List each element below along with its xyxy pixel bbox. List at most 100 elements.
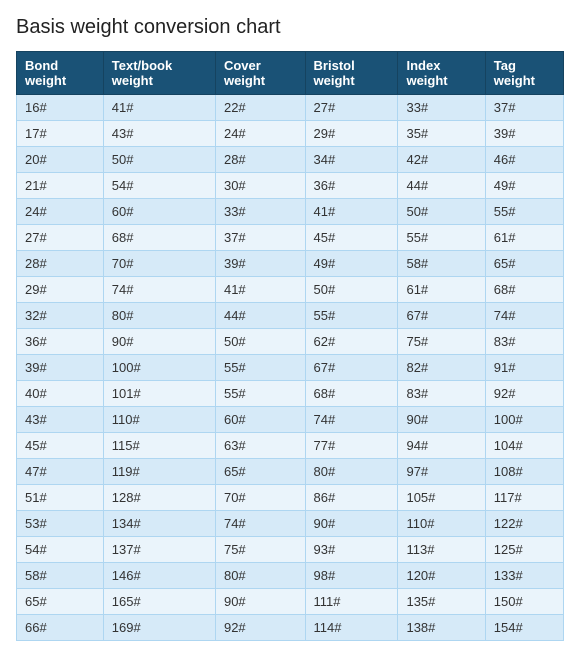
table-cell: 60# xyxy=(215,407,305,433)
table-cell: 98# xyxy=(305,563,398,589)
table-cell: 75# xyxy=(215,537,305,563)
table-cell: 65# xyxy=(17,589,104,615)
table-cell: 120# xyxy=(398,563,485,589)
table-cell: 22# xyxy=(215,95,305,121)
table-cell: 74# xyxy=(215,511,305,537)
table-cell: 58# xyxy=(17,563,104,589)
table-cell: 70# xyxy=(215,485,305,511)
table-cell: 49# xyxy=(485,173,563,199)
table-row: 28#70#39#49#58#65# xyxy=(17,251,564,277)
table-cell: 67# xyxy=(398,303,485,329)
table-cell: 37# xyxy=(485,95,563,121)
table-cell: 28# xyxy=(17,251,104,277)
table-row: 39#100#55#67#82#91# xyxy=(17,355,564,381)
table-cell: 90# xyxy=(215,589,305,615)
table-cell: 134# xyxy=(103,511,215,537)
table-cell: 135# xyxy=(398,589,485,615)
table-cell: 115# xyxy=(103,433,215,459)
table-cell: 63# xyxy=(215,433,305,459)
table-cell: 50# xyxy=(215,329,305,355)
column-header: Tag weight xyxy=(485,52,563,95)
table-cell: 86# xyxy=(305,485,398,511)
table-cell: 41# xyxy=(305,199,398,225)
table-row: 54#137#75#93#113#125# xyxy=(17,537,564,563)
table-row: 66#169#92#114#138#154# xyxy=(17,615,564,641)
table-cell: 39# xyxy=(17,355,104,381)
table-cell: 92# xyxy=(485,381,563,407)
table-cell: 113# xyxy=(398,537,485,563)
table-cell: 119# xyxy=(103,459,215,485)
table-cell: 68# xyxy=(485,277,563,303)
table-cell: 33# xyxy=(398,95,485,121)
table-cell: 50# xyxy=(398,199,485,225)
column-header: Bond weight xyxy=(17,52,104,95)
table-cell: 28# xyxy=(215,147,305,173)
table-cell: 24# xyxy=(215,121,305,147)
table-row: 45#115#63#77#94#104# xyxy=(17,433,564,459)
table-cell: 36# xyxy=(305,173,398,199)
table-row: 51#128#70#86#105#117# xyxy=(17,485,564,511)
table-cell: 32# xyxy=(17,303,104,329)
table-row: 20#50#28#34#42#46# xyxy=(17,147,564,173)
table-cell: 37# xyxy=(215,225,305,251)
table-cell: 35# xyxy=(398,121,485,147)
table-cell: 150# xyxy=(485,589,563,615)
table-row: 53#134#74#90#110#122# xyxy=(17,511,564,537)
table-cell: 82# xyxy=(398,355,485,381)
table-cell: 74# xyxy=(485,303,563,329)
table-cell: 36# xyxy=(17,329,104,355)
table-cell: 43# xyxy=(103,121,215,147)
table-cell: 128# xyxy=(103,485,215,511)
table-cell: 80# xyxy=(215,563,305,589)
table-cell: 101# xyxy=(103,381,215,407)
table-cell: 77# xyxy=(305,433,398,459)
table-cell: 70# xyxy=(103,251,215,277)
table-cell: 30# xyxy=(215,173,305,199)
table-cell: 67# xyxy=(305,355,398,381)
column-header: Bristol weight xyxy=(305,52,398,95)
table-row: 40#101#55#68#83#92# xyxy=(17,381,564,407)
table-cell: 53# xyxy=(17,511,104,537)
table-cell: 65# xyxy=(485,251,563,277)
table-row: 65#165#90#111#135#150# xyxy=(17,589,564,615)
table-cell: 104# xyxy=(485,433,563,459)
table-row: 47#119#65#80#97#108# xyxy=(17,459,564,485)
table-cell: 90# xyxy=(103,329,215,355)
conversion-table: Bond weightText/book weightCover weightB… xyxy=(16,51,564,641)
table-cell: 100# xyxy=(103,355,215,381)
table-row: 16#41#22#27#33#37# xyxy=(17,95,564,121)
table-row: 24#60#33#41#50#55# xyxy=(17,199,564,225)
table-cell: 122# xyxy=(485,511,563,537)
table-cell: 55# xyxy=(398,225,485,251)
table-cell: 111# xyxy=(305,589,398,615)
table-cell: 110# xyxy=(103,407,215,433)
table-cell: 165# xyxy=(103,589,215,615)
table-cell: 146# xyxy=(103,563,215,589)
table-row: 32#80#44#55#67#74# xyxy=(17,303,564,329)
table-cell: 169# xyxy=(103,615,215,641)
table-cell: 91# xyxy=(485,355,563,381)
table-row: 43#110#60#74#90#100# xyxy=(17,407,564,433)
table-cell: 93# xyxy=(305,537,398,563)
table-cell: 42# xyxy=(398,147,485,173)
table-cell: 27# xyxy=(305,95,398,121)
table-cell: 125# xyxy=(485,537,563,563)
table-cell: 74# xyxy=(103,277,215,303)
table-cell: 138# xyxy=(398,615,485,641)
table-cell: 20# xyxy=(17,147,104,173)
table-cell: 62# xyxy=(305,329,398,355)
table-cell: 117# xyxy=(485,485,563,511)
table-cell: 58# xyxy=(398,251,485,277)
column-header: Text/book weight xyxy=(103,52,215,95)
table-cell: 137# xyxy=(103,537,215,563)
table-row: 27#68#37#45#55#61# xyxy=(17,225,564,251)
column-header: Index weight xyxy=(398,52,485,95)
table-cell: 94# xyxy=(398,433,485,459)
table-cell: 90# xyxy=(305,511,398,537)
table-cell: 43# xyxy=(17,407,104,433)
table-cell: 74# xyxy=(305,407,398,433)
table-cell: 44# xyxy=(215,303,305,329)
table-cell: 80# xyxy=(103,303,215,329)
table-cell: 40# xyxy=(17,381,104,407)
table-cell: 65# xyxy=(215,459,305,485)
